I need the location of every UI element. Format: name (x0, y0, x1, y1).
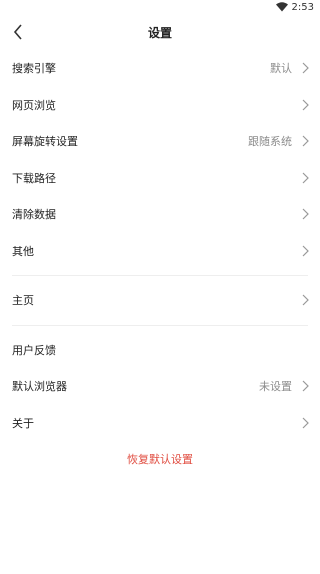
settings-item-label: 关于 (12, 416, 34, 430)
chevron-right-icon (302, 62, 310, 74)
chevron-right-icon (302, 172, 310, 184)
chevron-right-icon (302, 417, 310, 429)
settings-item-label: 下载路径 (12, 171, 56, 185)
settings-item-label: 清除数据 (12, 208, 56, 222)
settings-item-label: 其他 (12, 244, 34, 258)
settings-item-default-browser[interactable]: 默认浏览器 未设置 (0, 368, 320, 405)
chevron-right-icon (302, 208, 310, 220)
settings-item-web-browsing[interactable]: 网页浏览 (0, 87, 320, 124)
chevron-right-icon (302, 135, 310, 147)
wifi-icon (275, 2, 288, 12)
page-title: 设置 (147, 25, 172, 40)
divider (12, 324, 308, 326)
settings-item-download-path[interactable]: 下载路径 (0, 160, 320, 197)
settings-item-value: 默认 (270, 62, 292, 76)
settings-item-label: 用户反馈 (12, 343, 56, 357)
settings-item-value: 跟随系统 (248, 135, 292, 149)
settings-item-search-engine[interactable]: 搜索引擎 默认 (0, 50, 320, 87)
divider (12, 275, 308, 276)
settings-item-about[interactable]: 关于 (0, 405, 320, 442)
settings-item-label: 屏幕旋转设置 (12, 135, 78, 149)
status-bar: 2:53 (0, 0, 320, 14)
chevron-left-icon (13, 24, 22, 40)
settings-group-3: 用户反馈 默认浏览器 未设置 关于 (0, 332, 320, 442)
header: 设置 (0, 14, 320, 50)
settings-item-label: 搜索引擎 (12, 62, 56, 76)
settings-item-feedback[interactable]: 用户反馈 (0, 332, 320, 369)
settings-group-2: 主页 (0, 282, 320, 319)
settings-item-label: 网页浏览 (12, 98, 56, 112)
settings-item-value: 未设置 (259, 380, 292, 394)
settings-item-label: 主页 (12, 294, 34, 308)
chevron-right-icon (302, 380, 310, 392)
settings-item-screen-rotation[interactable]: 屏幕旋转设置 跟随系统 (0, 123, 320, 160)
chevron-right-icon (302, 245, 310, 257)
settings-item-homepage[interactable]: 主页 (0, 282, 320, 319)
settings-item-label: 默认浏览器 (12, 380, 67, 394)
settings-item-other[interactable]: 其他 (0, 233, 320, 270)
status-time: 2:53 (291, 1, 314, 13)
back-button[interactable] (8, 22, 28, 42)
settings-group-1: 搜索引擎 默认 网页浏览 屏幕旋转设置 跟随系统 下载路径 清除数据 其他 (0, 50, 320, 269)
chevron-right-icon (302, 294, 310, 306)
settings-item-clear-data[interactable]: 清除数据 (0, 196, 320, 233)
chevron-right-icon (302, 99, 310, 111)
restore-defaults-button[interactable]: 恢复默认设置 (0, 451, 320, 467)
